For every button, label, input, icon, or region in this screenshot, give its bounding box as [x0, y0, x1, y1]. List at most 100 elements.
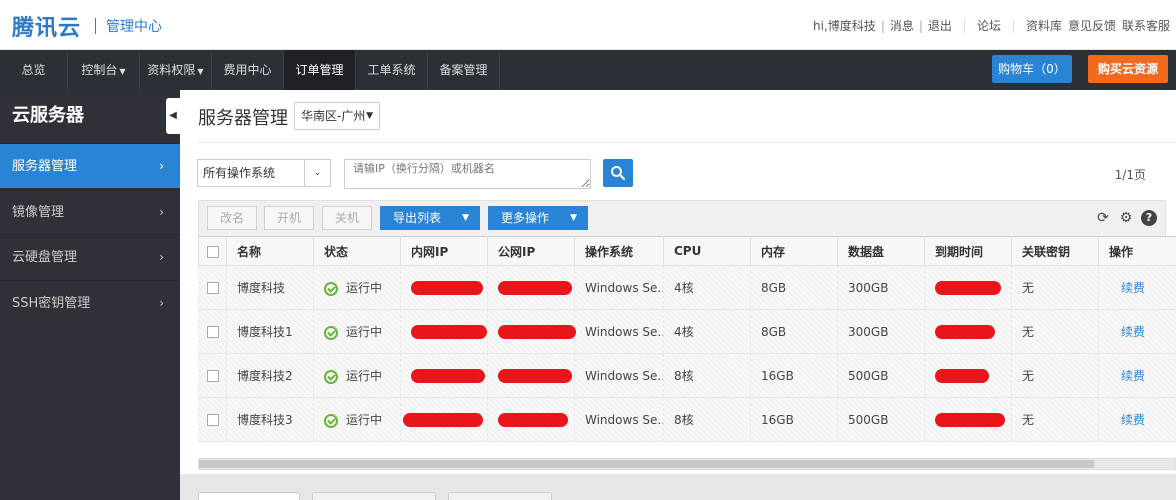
search-button[interactable] — [603, 159, 633, 187]
col-private-ip: 内网IP — [400, 236, 488, 266]
select-all-checkbox[interactable] — [198, 236, 227, 266]
divider: | — [918, 18, 923, 33]
sidebar-item-label: SSH密钥管理 — [12, 296, 91, 311]
private-ip-redacted — [400, 353, 488, 398]
nav-orders[interactable]: 订单管理 — [284, 50, 356, 90]
redaction-mark — [935, 368, 989, 383]
forum-link[interactable]: 论坛 — [977, 17, 1001, 34]
redaction-mark — [411, 324, 487, 339]
table-row[interactable]: 博度科技3 运行中 Windows Se... 8核 16GB 500GB 无 … — [198, 397, 1176, 442]
nav-console[interactable]: 控制台 ▼ — [68, 50, 140, 90]
cart-button[interactable]: 购物车（0） — [992, 55, 1072, 83]
checkbox[interactable] — [206, 245, 219, 258]
checkbox[interactable] — [206, 326, 219, 338]
messages-link[interactable]: 消息 — [890, 17, 914, 34]
chevron-right-icon: › — [159, 159, 164, 173]
sidebar-item-ssh-keys[interactable]: SSH密钥管理 › — [0, 280, 180, 325]
renew-link[interactable]: 续费 — [1121, 281, 1145, 295]
row-checkbox[interactable] — [198, 397, 227, 442]
checkbox[interactable] — [206, 282, 219, 294]
caret-down-icon: ▼ — [462, 213, 469, 223]
renew-link[interactable]: 续费 — [1121, 413, 1145, 427]
disk-cell: 500GB — [837, 397, 925, 442]
refresh-icon[interactable]: ⟳ — [1095, 210, 1111, 226]
region-value: 华南区-广州 — [301, 109, 366, 123]
gear-icon[interactable]: ⚙ — [1118, 210, 1134, 226]
logo-divider — [95, 18, 97, 34]
sidebar-title: 云服务器 — [12, 105, 84, 126]
docs-link[interactable]: 资料库 — [1026, 17, 1062, 34]
more-actions-label: 更多操作 — [501, 211, 550, 225]
row-checkbox[interactable] — [198, 265, 227, 310]
redaction-mark — [935, 280, 1001, 295]
key-cell: 无 — [1011, 309, 1099, 354]
chevron-right-icon: › — [159, 205, 164, 219]
nav-billing[interactable]: 费用中心 — [212, 50, 284, 90]
private-ip-redacted — [400, 265, 488, 310]
private-ip-redacted — [400, 397, 488, 442]
checkbox[interactable] — [206, 414, 219, 426]
search-icon — [611, 166, 626, 181]
sidebar-item-disks[interactable]: 云硬盘管理 › — [0, 234, 180, 279]
collapse-sidebar-icon[interactable]: ◀ — [166, 98, 180, 134]
row-checkbox[interactable] — [198, 353, 227, 398]
logout-link[interactable]: 退出 — [928, 17, 952, 34]
col-data-disk: 数据盘 — [837, 236, 925, 266]
renew-link[interactable]: 续费 — [1121, 369, 1145, 383]
check-circle-icon — [324, 325, 338, 340]
logo[interactable]: 腾讯云 管理中心 — [12, 10, 162, 42]
redaction-mark — [935, 324, 995, 339]
nav-permissions[interactable]: 资料权限 ▼ — [140, 50, 212, 90]
nav-label: 总览 — [21, 63, 46, 77]
region-select[interactable]: 华南区-广州 ▼ — [294, 102, 380, 130]
sidebar-item-servers[interactable]: 服务器管理 › — [0, 143, 180, 188]
caret-down-icon: ▼ — [366, 111, 373, 121]
sidebar-item-label: 镜像管理 — [12, 205, 65, 220]
cpu-cell: 4核 — [663, 265, 751, 310]
feedback-link[interactable]: 意见反馈 — [1068, 17, 1116, 34]
row-checkbox[interactable] — [198, 309, 227, 354]
server-table: 名称 状态 内网IP 公网IP 操作系统 CPU 内存 数据盘 到期时间 关联密… — [198, 236, 1176, 442]
redaction-mark — [498, 324, 576, 339]
nav-tickets[interactable]: 工单系统 — [356, 50, 428, 90]
status-cell: 运行中 — [313, 309, 401, 354]
rename-button[interactable]: 改名 — [207, 206, 257, 230]
horizontal-scrollbar[interactable] — [198, 458, 1176, 470]
renew-link[interactable]: 续费 — [1121, 325, 1145, 339]
check-circle-icon — [324, 369, 338, 384]
os-cell: Windows Se... — [574, 265, 664, 310]
footer-tab[interactable] — [312, 492, 436, 500]
power-on-button[interactable]: 开机 — [264, 206, 314, 230]
os-cell: Windows Se... — [574, 397, 664, 442]
page-title: 服务器管理 — [198, 108, 288, 129]
user-greeting[interactable]: hi,博度科技 — [813, 17, 876, 34]
footer-tab[interactable] — [198, 492, 300, 500]
redaction-mark — [935, 412, 1005, 427]
checkbox[interactable] — [206, 370, 219, 382]
more-actions-button[interactable]: 更多操作 ▼ — [488, 206, 588, 230]
buy-resources-button[interactable]: 购买云资源 — [1088, 55, 1168, 83]
table-row[interactable]: 博度科技1 运行中 Windows Se... 4核 8GB 300GB 无 续… — [198, 309, 1176, 354]
nav-label: 订单管理 — [295, 63, 344, 77]
os-filter-select[interactable]: 所有操作系统 ⌄ — [197, 159, 331, 187]
help-icon[interactable]: ? — [1141, 210, 1157, 226]
contact-link[interactable]: 联系客服 — [1122, 17, 1170, 34]
os-cell: Windows Se... — [574, 309, 664, 354]
table-row[interactable]: 博度科技2 运行中 Windows Se... 8核 16GB 500GB 无 … — [198, 353, 1176, 398]
header-links: hi,博度科技 | 消息 | 退出 论坛 资料库 意见反馈 联系客服 — [813, 17, 1170, 34]
status-text: 运行中 — [346, 369, 383, 383]
sidebar-item-images[interactable]: 镜像管理 › — [0, 189, 180, 234]
nav-overview[interactable]: 总览 — [0, 50, 68, 90]
scrollbar-thumb[interactable] — [199, 460, 1094, 468]
shutdown-button[interactable]: 关机 — [322, 206, 372, 230]
search-input[interactable] — [344, 159, 591, 189]
memory-cell: 8GB — [750, 309, 838, 354]
export-list-button[interactable]: 导出列表 ▼ — [380, 206, 480, 230]
export-label: 导出列表 — [393, 211, 442, 225]
footer-tab[interactable] — [448, 492, 552, 500]
memory-cell: 8GB — [750, 265, 838, 310]
disk-cell: 300GB — [837, 265, 925, 310]
table-row[interactable]: 博度科技 运行中 Windows Se... 4核 8GB 300GB 无 续费 — [198, 265, 1176, 310]
nav-label: 备案管理 — [439, 63, 488, 77]
nav-filing[interactable]: 备案管理 — [428, 50, 500, 90]
